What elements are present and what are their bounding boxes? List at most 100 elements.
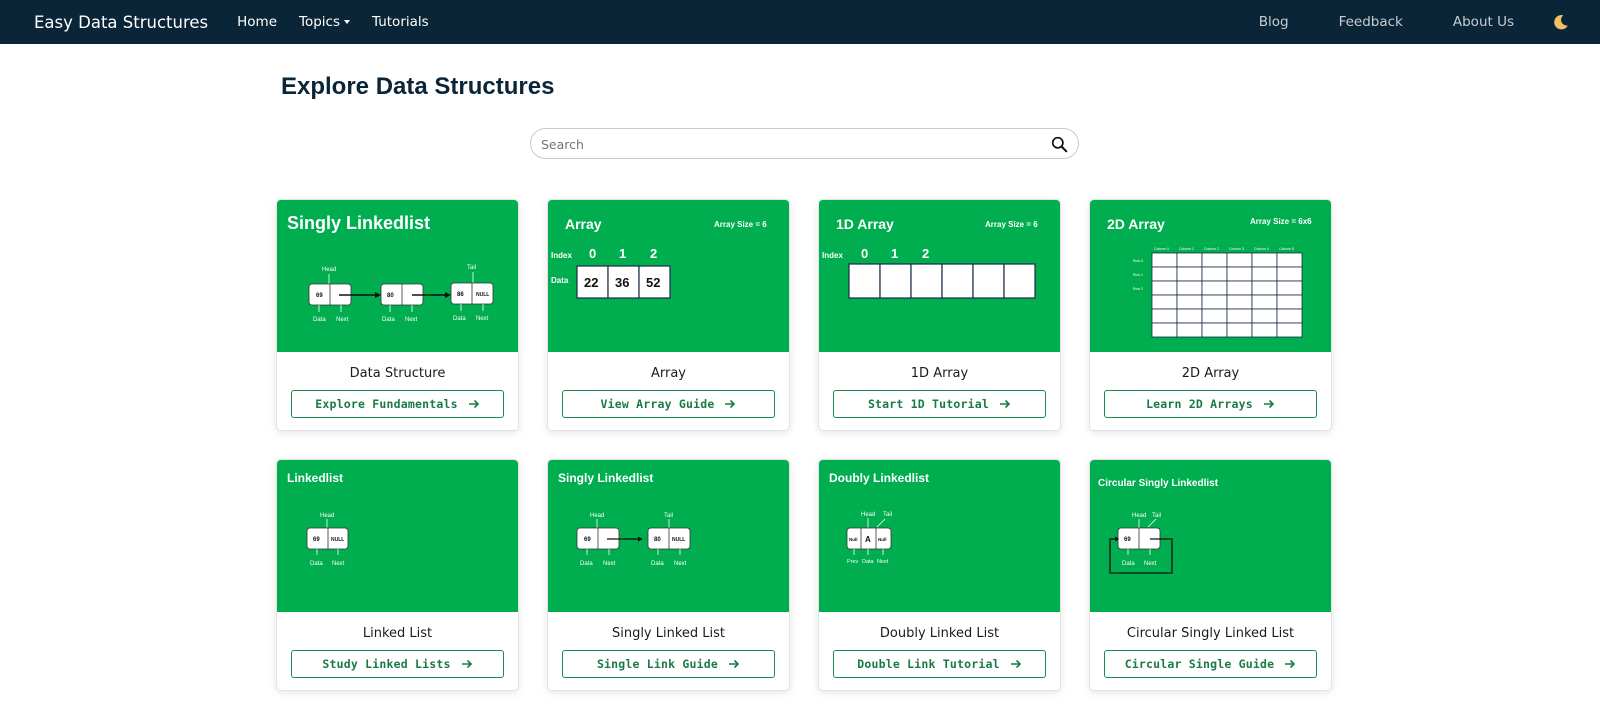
card-thumbnail: 2D Array Array Size = 6x6 Column 0 Colum… xyxy=(1090,200,1331,352)
double-link-tutorial-button[interactable]: Double Link Tutorial xyxy=(833,650,1046,678)
moon-icon[interactable] xyxy=(1552,13,1570,31)
svg-text:Null: Null xyxy=(849,537,858,542)
svg-text:Row 1: Row 1 xyxy=(1133,273,1143,277)
nav-blog-link[interactable]: Blog xyxy=(1259,14,1289,30)
nav-about-link[interactable]: About Us xyxy=(1453,14,1514,30)
svg-text:Column 4: Column 4 xyxy=(1254,247,1269,251)
svg-text:Next: Next xyxy=(405,317,418,323)
nav-home-link[interactable]: Home xyxy=(237,14,277,30)
card-array: Array Array Size = 6 Index 0 1 2 Data 22… xyxy=(547,199,790,431)
nav-topics-dropdown[interactable]: Topics xyxy=(299,14,351,30)
svg-text:Prev: Prev xyxy=(847,559,859,565)
svg-text:Data: Data xyxy=(453,316,466,322)
svg-text:0: 0 xyxy=(861,246,868,261)
card-1d-array: 1D Array Array Size = 6 Index 0 1 2 1D A… xyxy=(818,199,1061,431)
circular-single-guide-button[interactable]: Circular Single Guide xyxy=(1104,650,1317,678)
svg-text:Next: Next xyxy=(674,561,687,567)
svg-text:NULL: NULL xyxy=(672,537,685,543)
svg-text:Singly Linkedlist: Singly Linkedlist xyxy=(558,471,653,485)
nav-topics-label: Topics xyxy=(299,14,341,30)
arrow-right-icon xyxy=(1000,399,1011,409)
svg-text:80: 80 xyxy=(654,537,661,543)
caret-down-icon xyxy=(344,20,351,24)
svg-text:Array: Array xyxy=(565,216,602,232)
svg-text:0: 0 xyxy=(589,246,596,261)
grid-cell xyxy=(1251,266,1278,282)
svg-text:Tail: Tail xyxy=(467,265,476,271)
button-label: Study Linked Lists xyxy=(322,657,451,671)
grid-cell xyxy=(1201,280,1228,296)
grid-cell xyxy=(1201,294,1228,310)
button-label: Single Link Guide xyxy=(596,657,719,671)
card-thumbnail: Linkedlist Head 69 NULL Data Next xyxy=(277,460,518,612)
single-link-guide-button[interactable]: Single Link Guide xyxy=(562,650,775,678)
card-title: 1D Array xyxy=(910,366,969,381)
svg-text:Index: Index xyxy=(551,251,572,260)
card-thumbnail: 1D Array Array Size = 6 Index 0 1 2 xyxy=(819,200,1060,352)
grid-cell xyxy=(1151,280,1178,296)
grid-cell xyxy=(1201,322,1228,338)
svg-text:69: 69 xyxy=(313,537,320,543)
search-input[interactable] xyxy=(541,135,1021,153)
grid-cell xyxy=(1276,280,1303,296)
array-diagram: Array Array Size = 6 Index 0 1 2 Data 22… xyxy=(551,216,767,299)
grid-cell xyxy=(1151,322,1178,338)
svg-text:Data: Data xyxy=(862,559,875,565)
nav-feedback-link[interactable]: Feedback xyxy=(1339,14,1403,30)
doubly-linkedlist-diagram: Doubly Linkedlist Head Tail Null A Null … xyxy=(829,471,929,565)
card-thumbnail: Doubly Linkedlist Head Tail Null A Null … xyxy=(819,460,1060,612)
svg-text:Doubly Linkedlist: Doubly Linkedlist xyxy=(829,471,929,485)
explore-fundamentals-button[interactable]: Explore Fundamentals xyxy=(291,390,504,418)
button-label: Circular Single Guide xyxy=(1124,657,1275,671)
study-linked-lists-button[interactable]: Study Linked Lists xyxy=(291,650,504,678)
svg-text:69: 69 xyxy=(584,537,591,543)
svg-text:Data: Data xyxy=(551,276,569,285)
search-icon[interactable] xyxy=(1051,136,1068,153)
start-1d-tutorial-button[interactable]: Start 1D Tutorial xyxy=(833,390,1046,418)
grid-cell xyxy=(1201,308,1228,324)
grid-cell xyxy=(1276,266,1303,282)
page-title: Explore Data Structures xyxy=(281,73,555,100)
card-title: Circular Singly Linked List xyxy=(1126,626,1295,641)
card-title: 2D Array xyxy=(1181,366,1240,381)
svg-text:2: 2 xyxy=(650,246,657,261)
card-title: Doubly Linked List xyxy=(879,626,1000,641)
svg-text:1: 1 xyxy=(891,246,898,261)
nav-tutorials-link[interactable]: Tutorials xyxy=(372,14,429,30)
svg-text:Array Size = 6x6: Array Size = 6x6 xyxy=(1250,217,1312,226)
svg-text:Linkedlist: Linkedlist xyxy=(287,471,343,485)
svg-text:Data: Data xyxy=(313,317,326,323)
svg-text:Head: Head xyxy=(590,513,604,519)
learn-2d-arrays-button[interactable]: Learn 2D Arrays xyxy=(1104,390,1317,418)
svg-text:52: 52 xyxy=(646,275,660,290)
svg-text:Data: Data xyxy=(382,317,395,323)
grid-cell xyxy=(1176,266,1203,282)
1d-array-diagram: 1D Array Array Size = 6 Index 0 1 2 xyxy=(822,216,1038,299)
svg-text:Head: Head xyxy=(322,267,336,273)
2d-array-diagram: 2D Array Array Size = 6x6 Column 0 Colum… xyxy=(1107,216,1312,338)
arrow-right-icon xyxy=(729,659,740,669)
brand-logo-text[interactable]: Easy Data Structures xyxy=(34,13,208,32)
svg-text:Head: Head xyxy=(861,512,875,518)
svg-text:Null: Null xyxy=(878,537,887,542)
grid-cell xyxy=(1151,252,1178,268)
svg-text:Column 0: Column 0 xyxy=(1154,247,1169,251)
grid-cell xyxy=(1151,266,1178,282)
circular-linkedlist-diagram: Circular Singly Linkedlist Head Tail 69 … xyxy=(1098,478,1219,574)
svg-text:2: 2 xyxy=(922,246,929,261)
svg-text:Next: Next xyxy=(332,561,345,567)
view-array-guide-button[interactable]: View Array Guide xyxy=(562,390,775,418)
grid-cell xyxy=(1226,294,1253,310)
svg-text:Row 0: Row 0 xyxy=(1133,259,1143,263)
svg-text:36: 36 xyxy=(615,275,629,290)
svg-text:Next: Next xyxy=(336,317,349,323)
svg-text:Column 5: Column 5 xyxy=(1279,247,1294,251)
button-label: Start 1D Tutorial xyxy=(867,397,990,411)
grid-cell xyxy=(1226,308,1253,324)
button-label: Learn 2D Arrays xyxy=(1146,397,1253,411)
svg-text:2D Array: 2D Array xyxy=(1107,216,1165,232)
svg-text:NULL: NULL xyxy=(331,537,344,543)
svg-text:Singly Linkedlist: Singly Linkedlist xyxy=(287,213,430,233)
svg-text:Head: Head xyxy=(320,513,334,519)
2d-array-grid xyxy=(1151,252,1303,338)
